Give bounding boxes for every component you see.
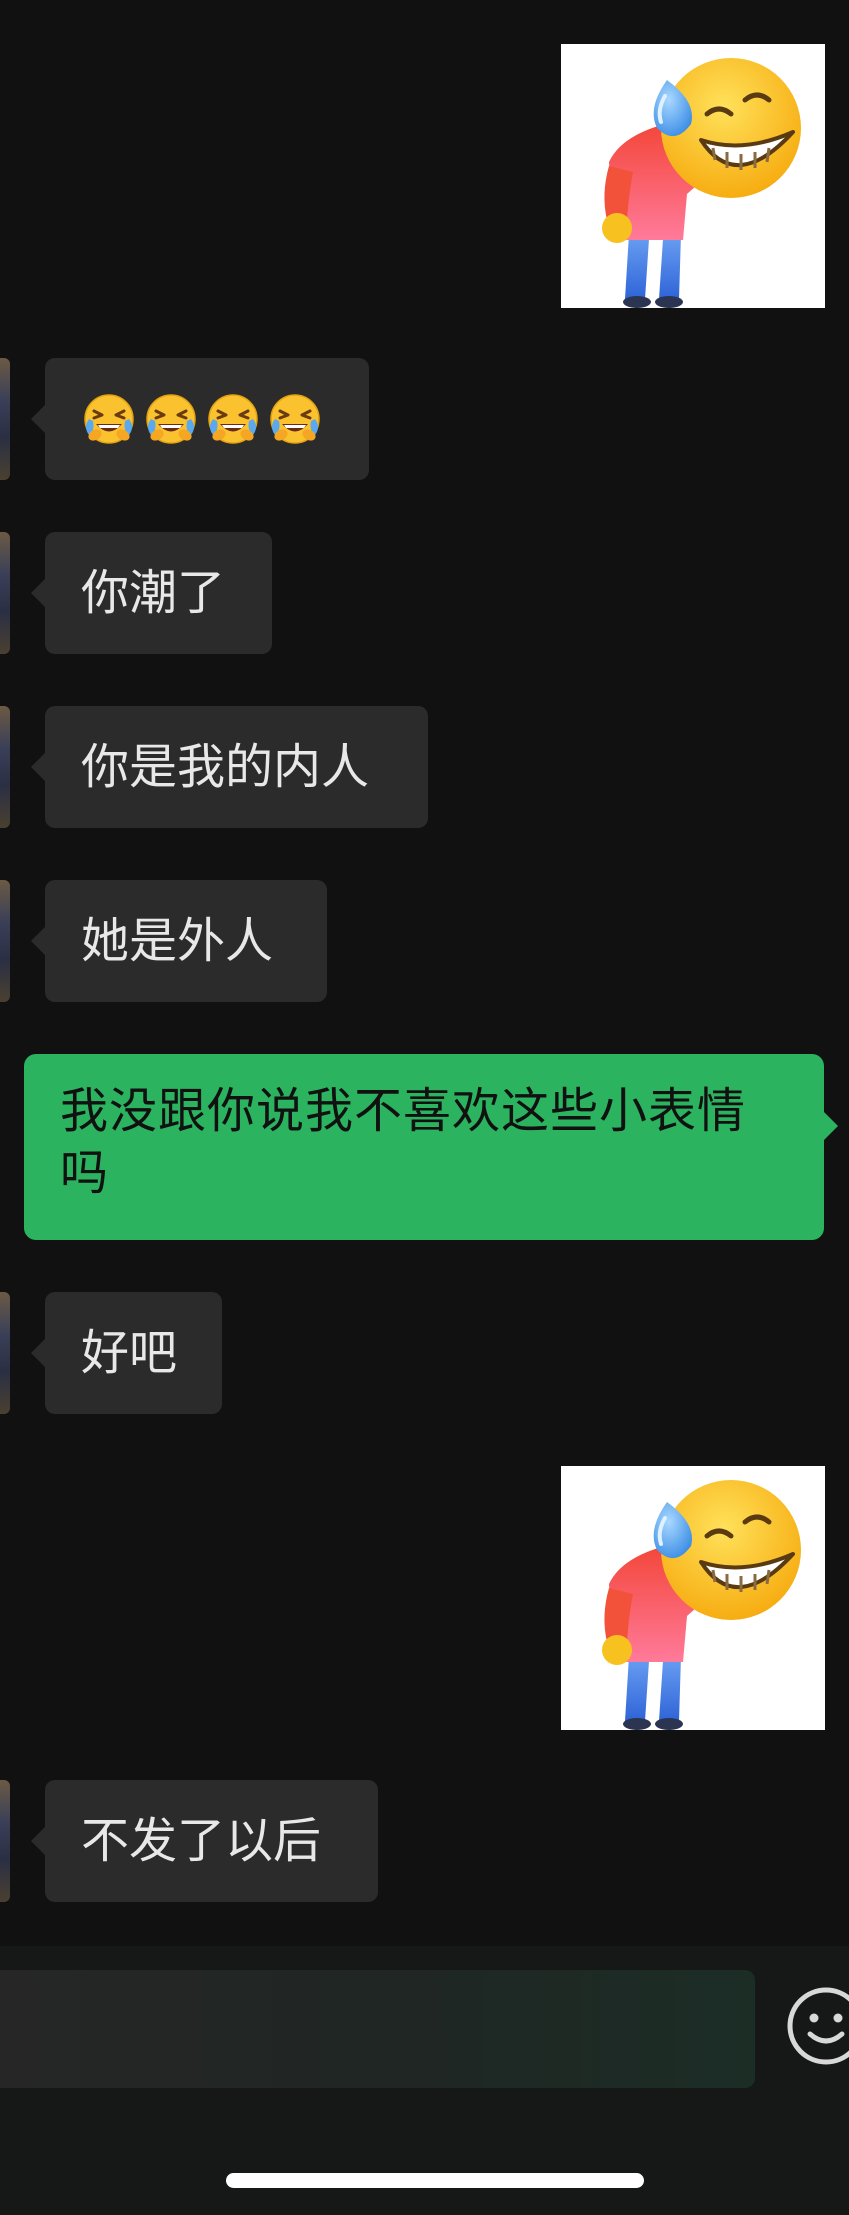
message-text: 不发了以后 [81,1813,322,1869]
bowing-sweat-smile-sticker[interactable] [561,44,825,308]
laughing-crying-emoji [83,393,135,445]
avatar[interactable] [0,358,10,480]
message-text: 你是我的内人 [81,739,370,795]
message-bubble-outgoing[interactable]: 我没跟你说我不喜欢这些小表情 吗 [24,1054,838,1240]
home-indicator[interactable] [226,2173,644,2188]
avatar[interactable] [0,880,10,1002]
laughing-crying-emoji [269,393,321,445]
message-text: 好吧 [81,1325,178,1381]
laughing-crying-emoji [145,393,197,445]
emoji-row [81,391,323,447]
avatar[interactable] [0,706,10,828]
message-bubble-emoji[interactable] [31,358,369,480]
bowing-sweat-smile-sticker-image [561,1466,825,1730]
avatar[interactable] [0,1292,10,1414]
message-bubble[interactable]: 好吧 [31,1292,222,1414]
message-bubble[interactable]: 她是外人 [31,880,327,1002]
laughing-crying-emoji [207,393,259,445]
bowing-sweat-smile-sticker[interactable] [561,1466,825,1730]
message-bubble[interactable]: 你是我的内人 [31,706,428,828]
message-input[interactable] [0,1970,755,2088]
smiley-face-icon[interactable] [786,1986,849,2066]
message-text: 她是外人 [81,913,274,969]
message-text-line: 吗 [60,1145,110,1201]
message-bubble[interactable]: 你潮了 [31,532,272,654]
bowing-sweat-smile-sticker-image [561,44,825,308]
avatar[interactable] [0,532,10,654]
avatar[interactable] [0,1780,10,1902]
message-text-line: 我没跟你说我不喜欢这些小表情 [60,1083,747,1139]
message-bubble[interactable]: 不发了以后 [31,1780,378,1902]
message-text: 你潮了 [81,565,226,621]
